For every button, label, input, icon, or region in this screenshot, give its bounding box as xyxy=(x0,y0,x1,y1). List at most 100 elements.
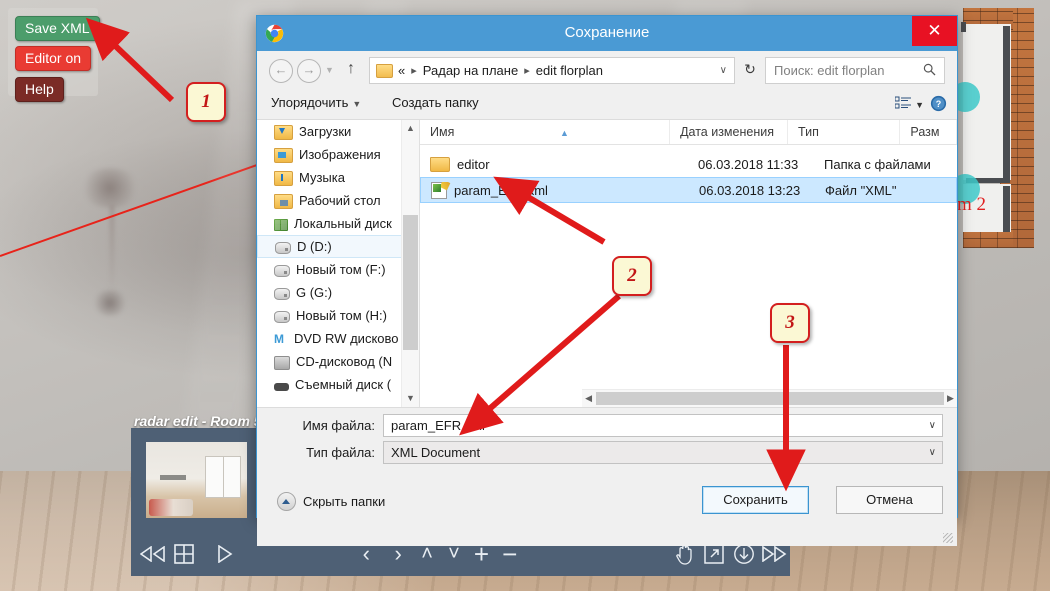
app-button-group: Save XML Editor on Help xyxy=(8,8,100,102)
breadcrumb-separator: ▸ xyxy=(411,65,417,77)
horizontal-scrollbar[interactable]: ◀ ▶ xyxy=(582,389,957,407)
tree-item-drive-f[interactable]: Новый том (F:) xyxy=(257,258,419,281)
drive-icon xyxy=(274,311,290,323)
tree-item-pictures[interactable]: Изображения xyxy=(257,143,419,166)
folder-icon xyxy=(430,156,450,172)
organize-label: Упорядочить xyxy=(271,95,349,110)
filetype-value: XML Document xyxy=(391,445,481,460)
refresh-icon[interactable]: ↻ xyxy=(739,58,761,81)
scroll-right-icon[interactable]: ▶ xyxy=(944,393,957,404)
tree-item-label: Новый том (F:) xyxy=(296,262,386,277)
chevron-down-icon[interactable]: ∨ xyxy=(929,420,936,431)
chevron-down-icon[interactable]: ▼ xyxy=(915,100,924,110)
xml-file-icon xyxy=(431,181,447,199)
dialog-titlebar[interactable]: Сохранение ✕ xyxy=(257,16,957,51)
tree-item-label: Изображения xyxy=(299,147,381,162)
tree-item-music[interactable]: Музыка xyxy=(257,166,419,189)
sort-ascending-icon: ▲ xyxy=(560,128,569,138)
tree-scrollbar[interactable]: ▲ ▼ xyxy=(401,120,419,407)
editor-on-button[interactable]: Editor on xyxy=(15,46,92,71)
cancel-button[interactable]: Отмена xyxy=(836,486,943,514)
file-date-cell: 06.03.2018 13:23 xyxy=(699,182,801,198)
file-name: param_EFR.xml xyxy=(454,182,548,198)
chevron-up-icon xyxy=(277,492,296,511)
file-type-cell: Файл "XML" xyxy=(825,182,897,198)
tree-item-desktop[interactable]: Рабочий стол xyxy=(257,189,419,212)
tree-item-label: Съемный диск ( xyxy=(295,377,392,392)
filename-input[interactable]: param_EFR.xml ∨ xyxy=(383,414,943,437)
folder-download-icon xyxy=(274,124,293,140)
hide-folders-button[interactable]: Скрыть папки xyxy=(277,492,385,511)
view-options-icon[interactable] xyxy=(894,96,911,116)
scroll-down-icon[interactable]: ▼ xyxy=(402,390,419,407)
thumbnail-window xyxy=(205,456,241,498)
search-icon xyxy=(923,63,936,79)
floorplan-inner-wall xyxy=(1003,186,1010,232)
floorplan-inner-wall xyxy=(961,22,966,32)
tree-item-removable-disk[interactable]: Съемный диск ( xyxy=(257,373,419,396)
play-icon[interactable] xyxy=(199,532,250,576)
chevron-down-icon[interactable]: ∨ xyxy=(720,65,727,76)
grid-view-icon[interactable] xyxy=(168,532,199,576)
filetype-label: Тип файла: xyxy=(306,445,375,460)
close-icon[interactable]: ✕ xyxy=(912,16,957,46)
column-header-name[interactable]: Имя ▲ xyxy=(420,120,671,144)
folder-music-icon xyxy=(274,170,293,186)
resize-grip[interactable] xyxy=(943,533,953,543)
column-header-date[interactable]: Дата изменения xyxy=(670,120,789,144)
thumbnail-label: radar edit - Room 5 xyxy=(134,413,262,429)
help-button[interactable]: Help xyxy=(15,77,64,102)
tree-item-drive-h[interactable]: Новый том (H:) xyxy=(257,304,419,327)
help-icon[interactable]: ? xyxy=(930,95,947,117)
wall-crack xyxy=(110,205,114,295)
floorplan-room-label: m 2 xyxy=(957,194,987,215)
breadcrumb-prefix: « xyxy=(398,63,406,78)
up-button[interactable]: ↑ xyxy=(347,60,355,78)
table-row[interactable]: param_EFR.xml 06.03.2018 13:23 Файл "XML… xyxy=(420,177,957,203)
dialog-body: Загрузки Изображения Музыка Рабочий стол… xyxy=(257,120,957,408)
tree-item-label: D (D:) xyxy=(297,239,332,254)
scroll-up-icon[interactable]: ▲ xyxy=(402,120,419,137)
thumbnail-bed xyxy=(149,499,193,516)
tree-item-drive-d[interactable]: D (D:) xyxy=(257,235,419,258)
column-label: Имя xyxy=(430,125,455,139)
tree-item-drive-g[interactable]: G (G:) xyxy=(257,281,419,304)
new-folder-button[interactable]: Создать папку xyxy=(392,95,479,110)
rewind-icon[interactable] xyxy=(137,532,168,576)
forward-button[interactable]: → xyxy=(297,59,321,83)
breadcrumb-item-0[interactable]: Радар на плане xyxy=(423,63,518,78)
filetype-select[interactable]: XML Document ∨ xyxy=(383,441,943,464)
scroll-left-icon[interactable]: ◀ xyxy=(582,393,595,404)
room-thumbnail[interactable] xyxy=(146,442,247,518)
scrollbar-thumb[interactable] xyxy=(596,392,944,405)
command-bar: Упорядочить ▼ Создать папку ▼ ? xyxy=(257,89,957,120)
back-button[interactable]: ← xyxy=(269,59,293,83)
dvd-drive-icon: M xyxy=(274,331,284,346)
column-header-size[interactable]: Разм xyxy=(900,120,957,144)
table-row[interactable]: editor 06.03.2018 11:33 Папка с файлами xyxy=(420,151,957,177)
hide-folders-label: Скрыть папки xyxy=(303,494,386,509)
save-xml-button[interactable]: Save XML xyxy=(15,16,100,41)
drive-icon xyxy=(274,265,290,277)
breadcrumb-item-1[interactable]: edit florplan xyxy=(536,63,603,78)
column-header-type[interactable]: Тип xyxy=(788,120,901,144)
save-file-dialog: Сохранение ✕ ← → ▼ ↑ « ▸ Радар на плане … xyxy=(256,15,958,546)
thumbnail-rail xyxy=(160,475,186,480)
removable-disk-icon xyxy=(274,382,289,391)
recent-locations-icon[interactable]: ▼ xyxy=(325,65,334,75)
tree-item-label: Локальный диск xyxy=(294,216,392,231)
filename-label: Имя файла: xyxy=(302,418,375,433)
organize-menu[interactable]: Упорядочить ▼ xyxy=(271,95,361,110)
breadcrumb[interactable]: « ▸ Радар на плане ▸ edit florplan ∨ xyxy=(369,57,735,84)
tree-item-local-disk[interactable]: Локальный диск xyxy=(257,212,419,235)
tree-item-downloads[interactable]: Загрузки xyxy=(257,120,419,143)
tree-item-dvd-rw[interactable]: M DVD RW дисково xyxy=(257,327,419,350)
save-button[interactable]: Сохранить xyxy=(702,486,809,514)
chevron-down-icon[interactable]: ∨ xyxy=(929,447,936,458)
search-input[interactable]: Поиск: edit florplan xyxy=(765,57,945,84)
tree-item-label: G (G:) xyxy=(296,285,333,300)
scrollbar-thumb[interactable] xyxy=(403,215,418,350)
chevron-down-icon: ▼ xyxy=(352,99,362,109)
tree-item-label: Музыка xyxy=(299,170,345,185)
tree-item-cd-drive[interactable]: CD-дисковод (N xyxy=(257,350,419,373)
